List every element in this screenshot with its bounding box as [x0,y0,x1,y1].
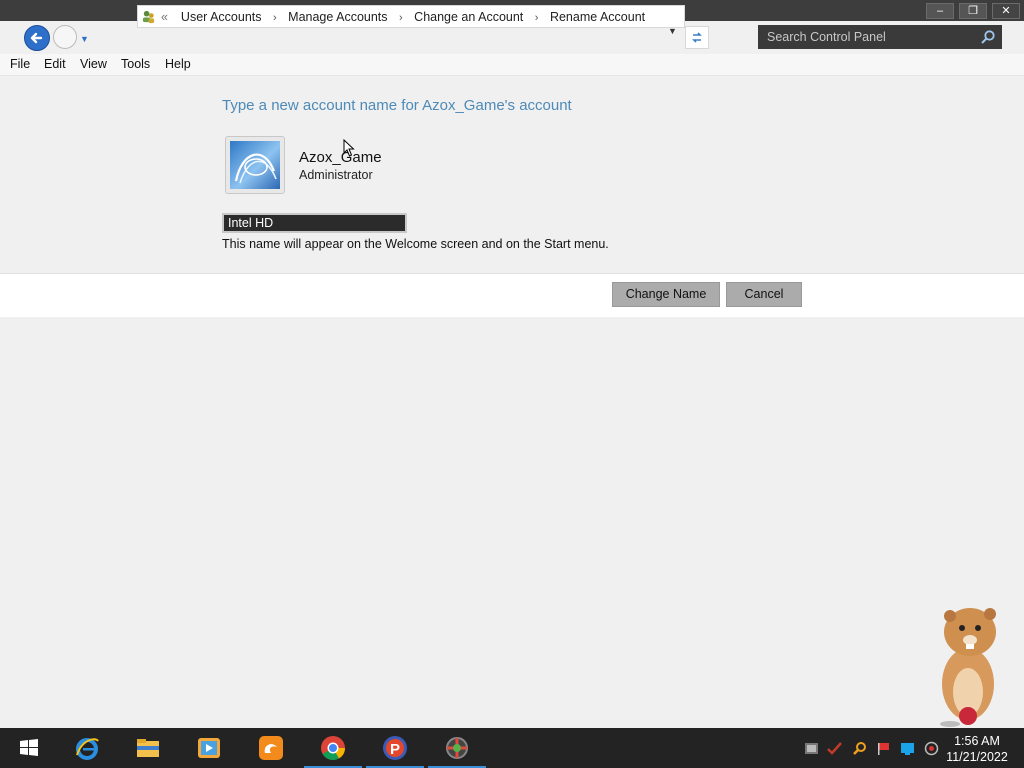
breadcrumb-overflow[interactable]: « [161,10,168,24]
taskbar-google-chrome[interactable] [304,728,362,768]
account-picture [225,136,285,194]
search-box[interactable]: Search Control Panel [758,25,1002,49]
clock-time: 1:56 AM [954,734,1000,748]
back-arrow-icon [30,32,43,44]
recent-pages-dropdown[interactable]: ▼ [80,34,89,44]
avatar [230,141,280,189]
account-name: Azox_Game [299,149,382,166]
menu-bar: File Edit View Tools Help [0,54,1024,76]
system-clock[interactable]: 1:56 AM 11/21/2022 [944,733,1010,765]
hamster-mascot-icon [940,608,996,727]
menu-edit[interactable]: Edit [44,57,66,71]
close-button[interactable]: ✕ [992,3,1020,19]
taskbar: P [0,728,1024,768]
mouse-cursor-icon [343,139,355,157]
flag-icon[interactable] [876,741,891,756]
chevron-right-icon[interactable]: › [399,12,403,24]
search-icon[interactable] [980,29,996,45]
breadcrumb-change-account[interactable]: Change an Account [414,10,523,24]
cancel-button[interactable]: Cancel [726,282,802,307]
folder-icon [137,739,159,757]
forward-button[interactable] [53,25,77,49]
account-type: Administrator [299,168,373,182]
address-bar[interactable]: « User Accounts › Manage Accounts › Chan… [137,5,685,28]
user-accounts-icon [142,10,155,24]
menu-view[interactable]: View [80,57,107,71]
taskbar-uc-browser[interactable] [242,728,300,768]
breadcrumb-rename-account[interactable]: Rename Account [550,10,645,24]
button-bar [0,273,1024,317]
menu-tools[interactable]: Tools [121,57,150,71]
search-tray-icon[interactable] [852,741,867,756]
network-icon[interactable] [804,741,819,756]
clock-date: 11/21/2022 [946,750,1008,764]
minimize-button[interactable]: – [926,3,954,19]
refresh-button[interactable] [685,26,709,49]
breadcrumb-manage-accounts[interactable]: Manage Accounts [288,10,387,24]
svg-text:P: P [390,741,400,758]
taskbar-control-panel[interactable] [428,728,486,768]
change-name-button[interactable]: Change Name [612,282,720,307]
chrome-icon [321,736,345,761]
page-title: Type a new account name for Azox_Game's … [222,97,572,114]
control-panel-icon [446,737,468,759]
restore-button[interactable]: ❐ [959,3,987,19]
taskbar-app-p[interactable]: P [366,728,424,768]
internet-explorer-icon [76,738,99,760]
display-icon[interactable] [900,741,915,756]
refresh-icon [692,32,702,43]
taskbar-file-explorer[interactable] [119,728,177,768]
uc-browser-icon [259,736,283,760]
address-dropdown-icon[interactable]: ▼ [668,26,677,36]
back-button[interactable] [24,25,50,51]
volume-icon[interactable] [924,741,939,756]
chevron-right-icon[interactable]: › [535,12,539,24]
menu-help[interactable]: Help [165,57,191,71]
new-account-name-input[interactable] [222,213,407,233]
search-placeholder: Search Control Panel [767,30,886,44]
taskbar-internet-explorer[interactable] [58,728,116,768]
p-app-icon: P [383,736,407,760]
media-player-icon [198,738,220,758]
roller-coaster-icon [234,153,277,184]
breadcrumb-user-accounts[interactable]: User Accounts [181,10,262,24]
taskbar-media-player[interactable] [180,728,238,768]
checkmark-shield-icon[interactable] [827,741,842,756]
menu-file[interactable]: File [10,57,30,71]
start-button[interactable] [0,728,58,768]
name-hint-text: This name will appear on the Welcome scr… [222,237,609,251]
chevron-right-icon[interactable]: › [273,12,277,24]
windows-logo-icon [20,739,38,756]
